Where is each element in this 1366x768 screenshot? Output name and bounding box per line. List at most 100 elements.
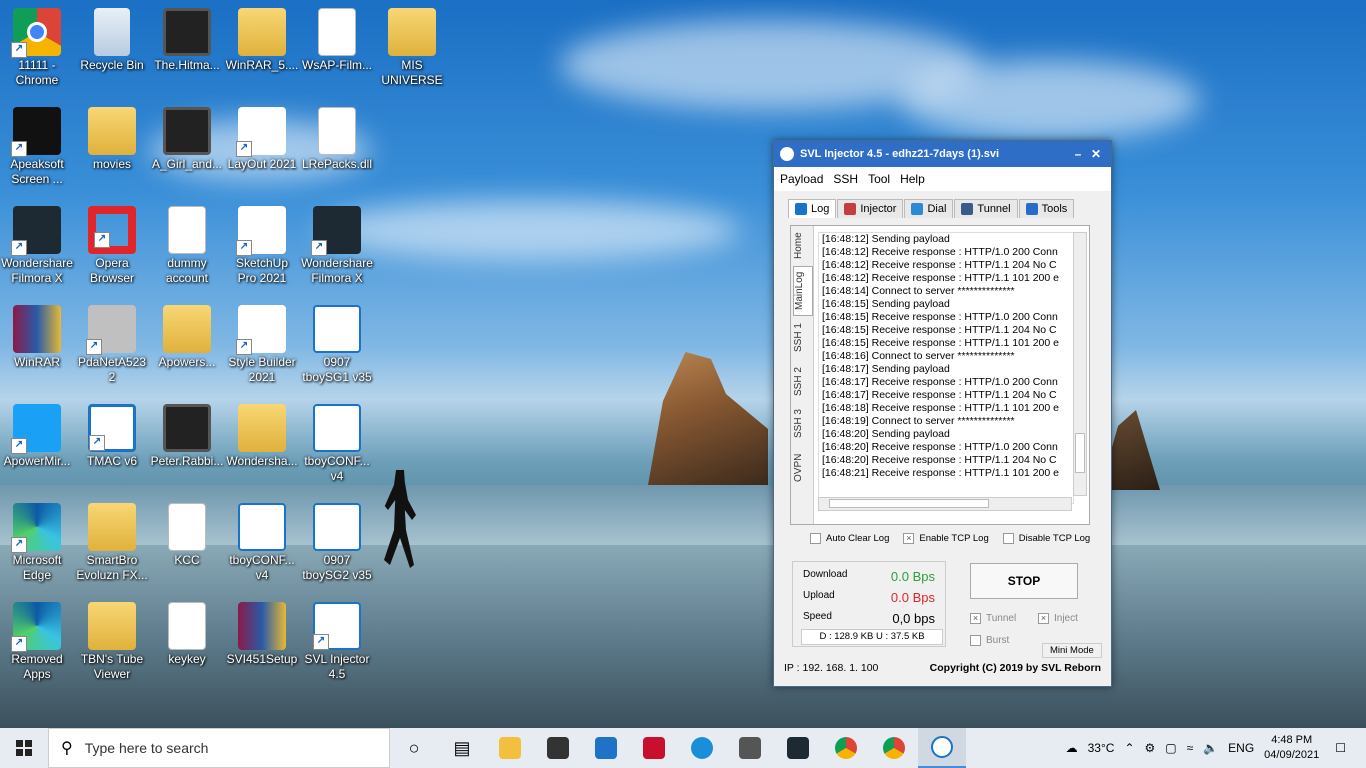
desktop-icon-label: movies	[92, 157, 131, 171]
desktop-icon[interactable]: SmartBro Evoluzn FX...	[75, 503, 149, 583]
minimize-icon[interactable]: –	[1069, 147, 1087, 161]
desktop-icon[interactable]: ↗ SVL Injector 4.5	[300, 602, 374, 682]
vtab-ssh3[interactable]: SSH 3	[793, 406, 811, 442]
tab-tunnel[interactable]: Tunnel	[954, 199, 1018, 218]
volume-icon[interactable]: 🔈	[1203, 741, 1218, 755]
menu-help[interactable]: Help	[900, 172, 925, 186]
desktop-icon[interactable]: ↗ Style Builder 2021	[225, 305, 299, 385]
scroll-thumb[interactable]	[829, 499, 989, 508]
taskbar-search-box[interactable]: ⚲ Type here to search	[48, 728, 390, 768]
wifi-icon[interactable]: ≈	[1187, 741, 1194, 755]
desktop-icon[interactable]: tboyCONF... v4	[300, 404, 374, 484]
installer-icon: ↗	[86, 305, 136, 355]
tab-dial[interactable]: Dial	[904, 199, 954, 218]
desktop-icon[interactable]: ↗ Opera Browser	[75, 206, 149, 286]
desktop-icon[interactable]: movies	[75, 107, 149, 172]
log-options: Auto Clear Log × Enable TCP Log Disable T…	[810, 533, 1104, 544]
desktop-icon[interactable]: ↗ ApowerMir...	[0, 404, 74, 469]
burst-checkbox[interactable]: Burst	[970, 635, 1009, 646]
menu-ssh[interactable]: SSH	[833, 172, 858, 186]
svl-injector-window[interactable]: SVL Injector 4.5 - edhz21-7days (1).svi …	[773, 140, 1112, 687]
desktop-icon[interactable]: 0907 tboySG1 v35	[300, 305, 374, 385]
mcafee-icon[interactable]	[630, 728, 678, 768]
tab-tools[interactable]: Tools	[1018, 199, 1075, 218]
inject-checkbox[interactable]: × Inject	[1038, 613, 1078, 624]
vtab-ssh2[interactable]: SSH 2	[793, 364, 811, 400]
log-text-area[interactable]: [16:48:12] Sending payload [16:48:12] Rec…	[818, 232, 1074, 504]
menu-payload[interactable]: Payload	[780, 172, 823, 186]
network-icon[interactable]: ▢	[1165, 741, 1176, 755]
chrome-profile-icon[interactable]	[870, 728, 918, 768]
stop-button[interactable]: STOP	[970, 563, 1078, 599]
task-view-icon[interactable]: ▤	[438, 728, 486, 768]
desktop-icon[interactable]: ↗ Microsoft Edge	[0, 503, 74, 583]
store-icon[interactable]	[534, 728, 582, 768]
desktop-icon[interactable]: tboyCONF... v4	[225, 503, 299, 583]
vtab-ovpn[interactable]: OVPN	[793, 450, 811, 486]
desktop-icon[interactable]: Recycle Bin	[75, 8, 149, 73]
desktop-icon[interactable]: keykey	[150, 602, 224, 667]
desktop-icon[interactable]: WinRAR_5....	[225, 8, 299, 73]
desktop-icon[interactable]: ↗ Apeaksoft Screen ...	[0, 107, 74, 187]
vertical-scrollbar[interactable]	[1073, 232, 1087, 496]
vtab-home[interactable]: Home	[793, 230, 811, 262]
desktop-icon[interactable]: dummy account	[150, 206, 224, 286]
vtab-mainlog[interactable]: MainLog	[793, 266, 813, 316]
desktop-icon[interactable]: MIS UNIVERSE	[375, 8, 449, 88]
chevron-up-icon[interactable]: ⌃	[1124, 741, 1134, 755]
temperature[interactable]: 33°C	[1088, 741, 1115, 755]
desktop-icon[interactable]: SVI451Setup	[225, 602, 299, 667]
start-button[interactable]	[0, 728, 48, 768]
desktop-icon[interactable]: LRePacks.dll	[300, 107, 374, 172]
desktop-icon[interactable]: Apowers...	[150, 305, 224, 370]
vtab-ssh1[interactable]: SSH 1	[793, 320, 811, 356]
desktop-icon[interactable]: ↗ Wondershare Filmora X	[300, 206, 374, 286]
close-icon[interactable]: ✕	[1087, 147, 1105, 161]
tunnel-checkbox[interactable]: × Tunnel	[970, 613, 1016, 624]
disable-tcp-log-checkbox[interactable]: Disable TCP Log	[1002, 533, 1090, 544]
menu-tool[interactable]: Tool	[868, 172, 890, 186]
svl-injector-taskbar-icon[interactable]	[918, 728, 966, 768]
desktop-icon[interactable]: ↗ Wondershare Filmora X	[0, 206, 74, 286]
clock[interactable]: 4:48 PM 04/09/2021	[1264, 733, 1319, 763]
weather-icon[interactable]: ☁	[1066, 741, 1078, 755]
desktop-icon[interactable]: 0907 tboySG2 v35	[300, 503, 374, 583]
desktop-icon[interactable]: A_Girl_and...	[150, 107, 224, 172]
desktop-icon[interactable]: WinRAR	[0, 305, 74, 370]
language-indicator[interactable]: ENG	[1228, 741, 1254, 755]
tab-log[interactable]: Log	[788, 199, 837, 218]
title-bar[interactable]: SVL Injector 4.5 - edhz21-7days (1).svi …	[774, 141, 1111, 167]
auto-clear-log-checkbox[interactable]: Auto Clear Log	[810, 533, 889, 544]
enable-tcp-log-checkbox[interactable]: × Enable TCP Log	[903, 533, 989, 544]
mail-icon[interactable]	[582, 728, 630, 768]
desktop-icon[interactable]: KCC	[150, 503, 224, 568]
desktop-icon[interactable]: Wondersha...	[225, 404, 299, 469]
desktop-icon-label: SVI451Setup	[226, 652, 298, 666]
desktop-icon[interactable]: ↗ 11111 - Chrome	[0, 8, 74, 88]
file-explorer-icon[interactable]	[486, 728, 534, 768]
desktop-icon[interactable]: ↗ LayOut 2021	[225, 107, 299, 172]
video-file-icon	[163, 8, 211, 56]
notifications-icon[interactable]: ☐	[1335, 741, 1346, 755]
security-icon[interactable]: ⚙	[1145, 741, 1156, 755]
desktop-icon[interactable]: TBN's Tube Viewer	[75, 602, 149, 682]
desktop-icon-label: Wondershare Filmora X	[301, 256, 373, 285]
text-file-icon	[168, 206, 206, 254]
scroll-thumb[interactable]	[1075, 433, 1085, 473]
horizontal-scrollbar[interactable]	[818, 497, 1072, 511]
cortana-icon[interactable]: ○	[390, 728, 438, 768]
mini-mode-button[interactable]: Mini Mode	[1042, 643, 1102, 658]
desktop-icon[interactable]: Peter.Rabbi...	[150, 404, 224, 469]
desktop-icon[interactable]: ↗ PdaNetA5232	[75, 305, 149, 385]
chrome-icon[interactable]	[822, 728, 870, 768]
desktop-icon[interactable]: WsAP-Film...	[300, 8, 374, 73]
desktop-icon[interactable]: ↗ Removed Apps	[0, 602, 74, 682]
filmora-icon[interactable]	[774, 728, 822, 768]
tab-injector[interactable]: Injector	[837, 199, 904, 218]
pdanet-icon[interactable]	[726, 728, 774, 768]
desktop-icon[interactable]: ↗ SketchUp Pro 2021	[225, 206, 299, 286]
app-icon	[780, 147, 794, 161]
edge-icon[interactable]	[678, 728, 726, 768]
desktop-icon[interactable]: ↗ TMAC v6	[75, 404, 149, 469]
desktop-icon[interactable]: The.Hitma...	[150, 8, 224, 73]
